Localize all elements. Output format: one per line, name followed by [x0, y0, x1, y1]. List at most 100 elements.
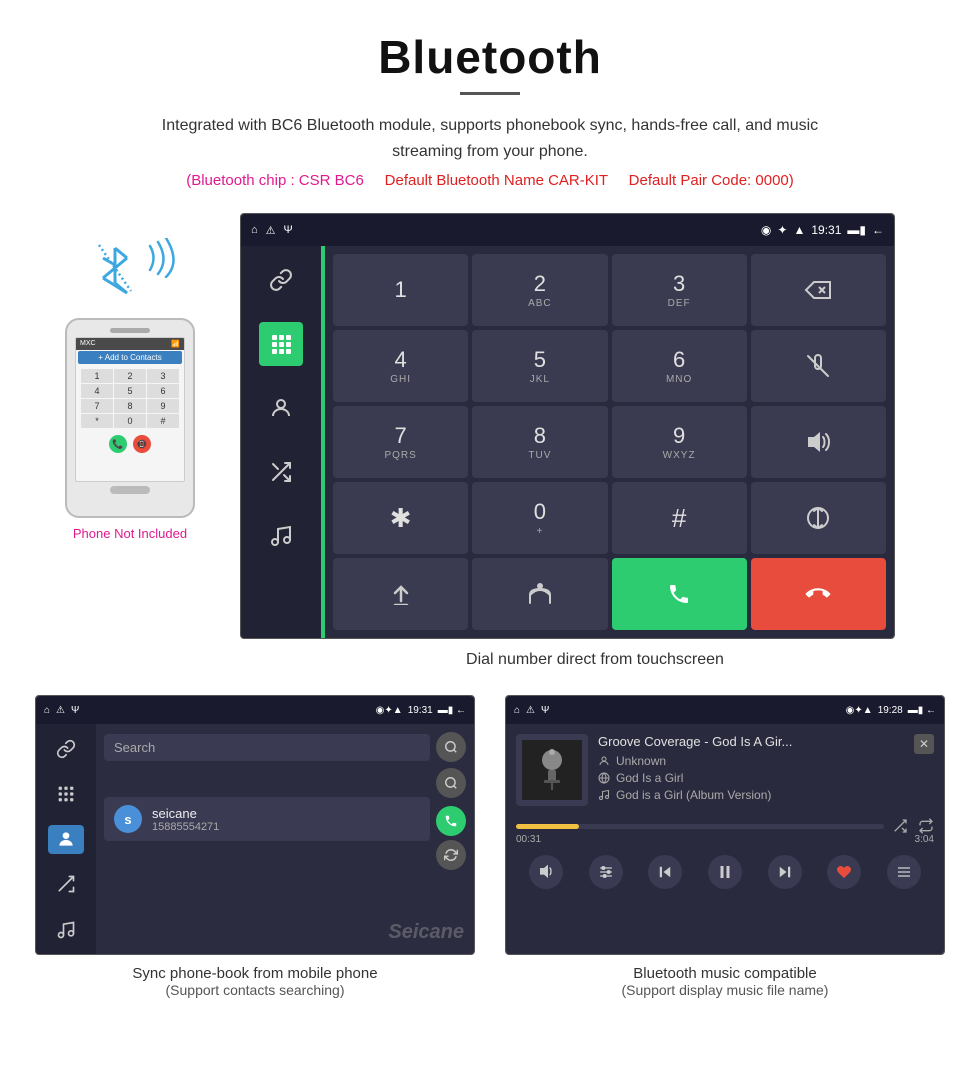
- dial-key-backspace[interactable]: [751, 254, 886, 326]
- dial-key-1[interactable]: 1: [333, 254, 468, 326]
- music-progress-fill: [516, 824, 579, 829]
- signal-waves-icon: [145, 238, 180, 278]
- music-person-icon: [598, 755, 610, 767]
- music-time: 19:28: [878, 705, 903, 716]
- music-info: Groove Coverage - God Is A Gir... ✕ Unkn…: [598, 734, 934, 805]
- sidebar-transfer-icon[interactable]: [259, 450, 303, 494]
- pb-transfer-icon[interactable]: [48, 870, 84, 899]
- music-volume-button[interactable]: [529, 855, 563, 889]
- sidebar-contact-icon[interactable]: [259, 386, 303, 430]
- phonebook-caption-title: Sync phone-book from mobile phone: [132, 965, 377, 982]
- dial-key-call[interactable]: [612, 558, 747, 630]
- pb-search-button[interactable]: [436, 732, 466, 762]
- warning-icon: ⚠: [266, 224, 276, 237]
- pb-call-button[interactable]: [436, 806, 466, 836]
- pb-contact-search-button[interactable]: [436, 768, 466, 798]
- dial-key-0[interactable]: 0+: [472, 482, 607, 554]
- middle-section: MXC📶 + Add to Contacts 1 2 3 4 5 6 7 8 9…: [0, 203, 980, 685]
- pb-sidebar: [36, 724, 96, 954]
- back-icon[interactable]: ←: [872, 223, 884, 237]
- dial-key-7[interactable]: 7PQRS: [333, 406, 468, 478]
- music-track-row: God is a Girl (Album Version): [598, 788, 934, 802]
- dial-key-star[interactable]: ✱: [333, 482, 468, 554]
- phone-keypad-grid: 1 2 3 4 5 6 7 8 9 * 0 #: [79, 367, 181, 430]
- contact-phone: 15885554271: [152, 821, 420, 833]
- bluetooth-animation: [80, 233, 180, 308]
- music-prev-button[interactable]: [648, 855, 682, 889]
- pb-search-bar[interactable]: Search: [104, 734, 430, 761]
- music-status-right: ◉✦▲ 19:28 ▬▮ ←: [846, 705, 936, 716]
- battery-icon: ▬▮: [847, 223, 866, 237]
- music-body: Groove Coverage - God Is A Gir... ✕ Unkn…: [506, 724, 944, 954]
- dial-key-volume[interactable]: [751, 406, 886, 478]
- play-icon: [716, 863, 734, 881]
- music-progress-times: 00:31 3:04: [516, 834, 934, 845]
- music-favorite-button[interactable]: [827, 855, 861, 889]
- dial-key-5[interactable]: 5JKL: [472, 330, 607, 402]
- music-progress-bar[interactable]: [516, 824, 884, 829]
- dial-key-merge[interactable]: [472, 558, 607, 630]
- dial-key-9[interactable]: 9WXYZ: [612, 406, 747, 478]
- pb-music-icon[interactable]: [48, 915, 84, 944]
- bluetooth-symbol-icon: [95, 243, 135, 298]
- music-location-icon: ◉✦▲: [846, 705, 873, 716]
- header-specs: (Bluetooth chip : CSR BC6 Default Blueto…: [60, 172, 920, 189]
- pb-contact[interactable]: s seicane 15885554271: [104, 797, 430, 841]
- pb-refresh-button[interactable]: [436, 840, 466, 870]
- dial-key-swap[interactable]: [751, 482, 886, 554]
- phone-call-green: 📞: [109, 435, 127, 453]
- spec-pair-code: Default Pair Code: 0000): [629, 172, 794, 189]
- music-artist: Unknown: [616, 754, 666, 768]
- status-left-icons: ⌂ ⚠ Ψ: [251, 224, 293, 237]
- dial-sidebar: [241, 246, 321, 638]
- phone-screen-topbar: MXC📶: [76, 338, 184, 350]
- music-time-total: 3:04: [915, 834, 934, 845]
- music-battery-icon: ▬▮ ←: [908, 705, 936, 716]
- dial-key-2[interactable]: 2ABC: [472, 254, 607, 326]
- music-playlist-button[interactable]: [887, 855, 921, 889]
- sidebar-music-icon[interactable]: [259, 514, 303, 558]
- dial-key-mute[interactable]: [751, 330, 886, 402]
- dial-key-3[interactable]: 3DEF: [612, 254, 747, 326]
- music-status-bar: ⌂ ⚠ Ψ ◉✦▲ 19:28 ▬▮ ←: [506, 696, 944, 724]
- contact-info: seicane 15885554271: [152, 806, 420, 833]
- music-close-button[interactable]: ✕: [914, 734, 934, 754]
- phone-key-3: 3: [147, 369, 179, 383]
- dial-key-end-call[interactable]: [751, 558, 886, 630]
- phone-key-8: 8: [114, 399, 146, 413]
- sidebar-chain-icon[interactable]: [259, 258, 303, 302]
- dial-key-4[interactable]: 4GHI: [333, 330, 468, 402]
- album-art: [516, 734, 588, 806]
- music-shuffle-icon[interactable]: [892, 818, 908, 834]
- phone-key-star: *: [81, 414, 113, 428]
- pb-battery-icon: ▬▮ ←: [438, 705, 466, 716]
- music-repeat-icon[interactable]: [918, 818, 934, 834]
- music-item: ⌂ ⚠ Ψ ◉✦▲ 19:28 ▬▮ ←: [500, 695, 950, 998]
- phone-key-1: 1: [81, 369, 113, 383]
- sidebar-dialpad-icon[interactable]: [259, 322, 303, 366]
- phone-key-4: 4: [81, 384, 113, 398]
- phone-speaker: [110, 328, 150, 333]
- pb-chain-icon[interactable]: [48, 734, 84, 763]
- dial-key-hash[interactable]: #: [612, 482, 747, 554]
- music-next-button[interactable]: [768, 855, 802, 889]
- pb-status-bar: ⌂ ⚠ Ψ ◉✦▲ 19:31 ▬▮ ←: [36, 696, 474, 724]
- phone-key-7: 7: [81, 399, 113, 413]
- music-progress-row: [516, 818, 934, 834]
- pb-contact-row-wrap: s seicane 15885554271: [104, 768, 466, 870]
- dial-screen: ⌂ ⚠ Ψ ◉ ✦ ▲ 19:31 ▬▮ ←: [240, 213, 895, 639]
- music-caption-title: Bluetooth music compatible: [633, 965, 816, 982]
- music-globe-icon: [598, 772, 610, 784]
- pb-contact-active-icon[interactable]: [48, 825, 84, 854]
- dial-key-8[interactable]: 8TUV: [472, 406, 607, 478]
- dial-key-6[interactable]: 6MNO: [612, 330, 747, 402]
- phonebook-item: ⌂ ⚠ Ψ ◉✦▲ 19:31 ▬▮ ←: [30, 695, 480, 998]
- music-eq-button[interactable]: [589, 855, 623, 889]
- music-play-pause-button[interactable]: [708, 855, 742, 889]
- list-icon: [895, 864, 913, 880]
- pb-search-placeholder: Search: [114, 740, 155, 755]
- phonebook-caption-sub: (Support contacts searching): [166, 982, 345, 998]
- dial-pad: 1 2ABC 3DEF 4GHI 5JKL 6MNO: [325, 246, 894, 638]
- dial-key-up[interactable]: [333, 558, 468, 630]
- pb-dialpad-icon[interactable]: [48, 779, 84, 808]
